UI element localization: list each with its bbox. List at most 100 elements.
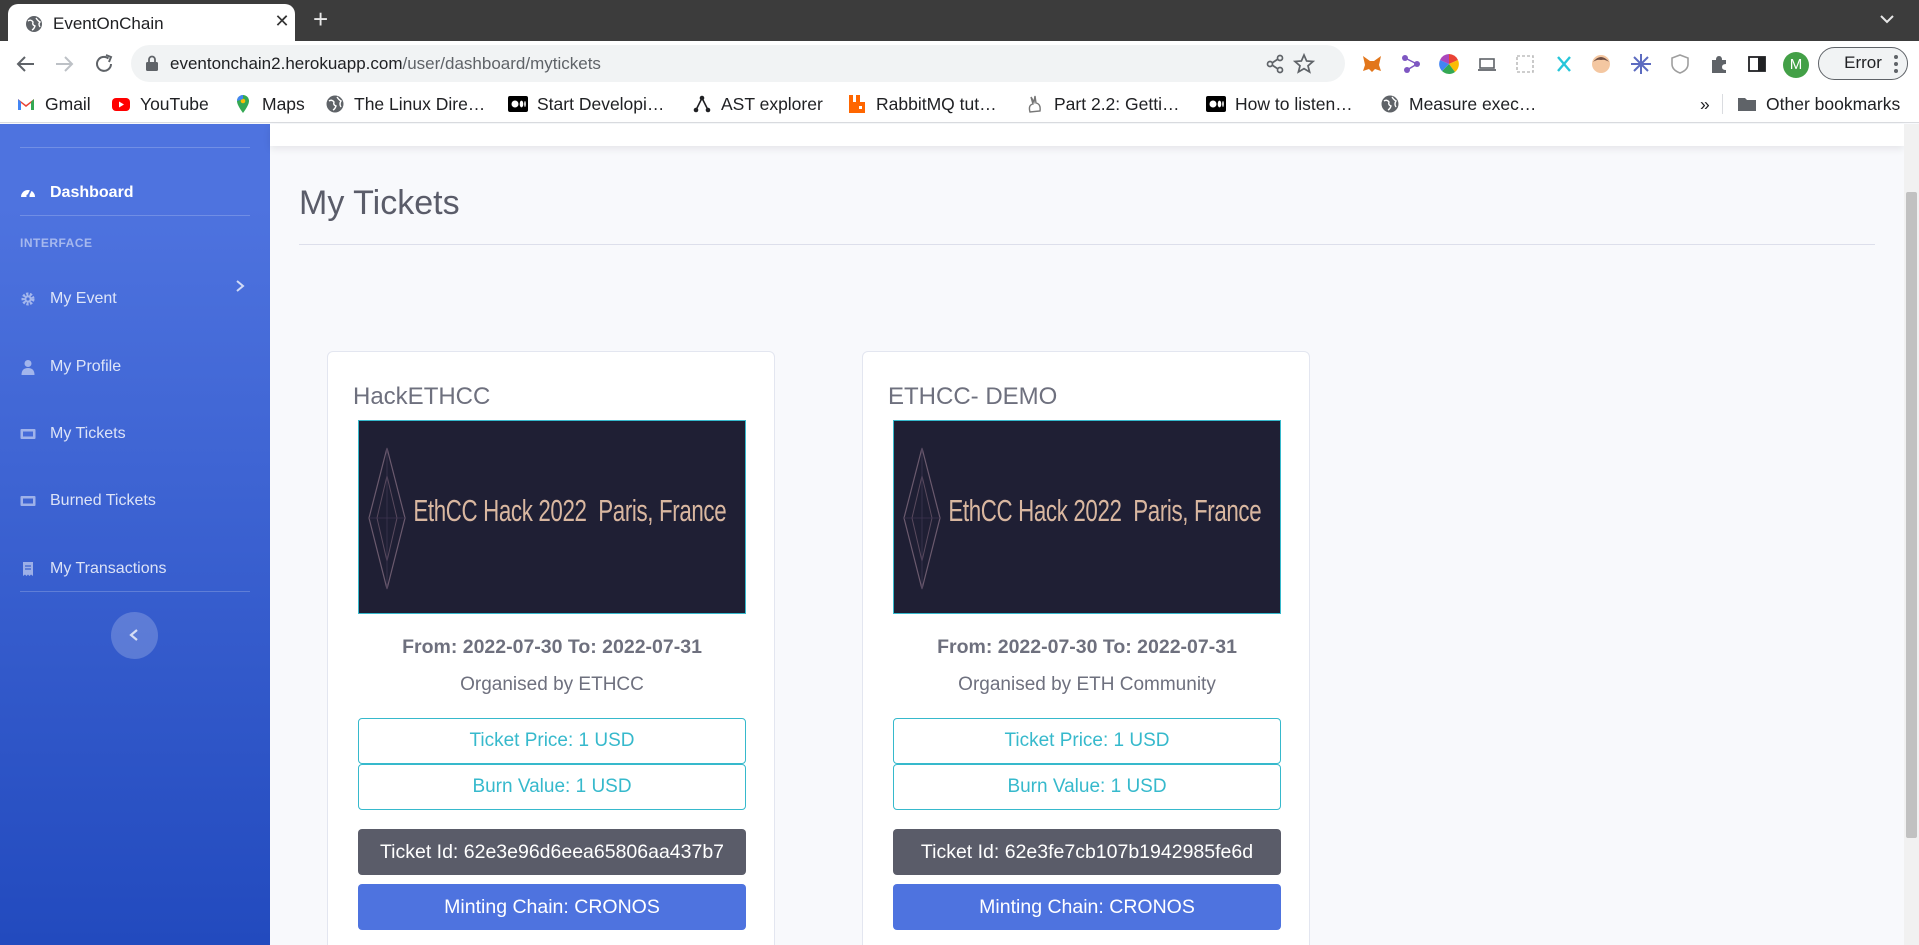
lock-icon [146,55,158,71]
sidebar-divider [20,591,250,592]
url-host: eventonchain2.herokuapp.com [170,54,403,73]
sidebar-item-label: Burned Tickets [50,492,156,509]
sidebar-divider [20,147,250,148]
sidebar-item-dashboard[interactable]: Dashboard [20,181,134,205]
metamask-icon[interactable] [1361,53,1383,75]
globe-icon [1381,95,1399,113]
bookmark-gmail[interactable]: Gmail [16,93,91,115]
other-bookmarks[interactable]: Other bookmarks [1737,93,1900,115]
url-path: /user/dashboard/mytickets [402,54,601,73]
side-panel-icon[interactable] [1746,53,1768,75]
forward-icon[interactable] [52,52,76,76]
bookmarks-bar: Gmail YouTube Maps The Linux Dire… Start… [0,86,1919,123]
banner-text: EthCC Hack 2022 Paris, France [413,493,727,528]
bookmark-label: RabbitMQ tut… [876,93,997,114]
color-wheel-icon[interactable] [1438,53,1460,75]
sidebar: Dashboard INTERFACE My Event My Profile … [0,124,270,945]
sidebar-item-burned-tickets[interactable]: Burned Tickets [20,489,156,513]
burn-value-button[interactable]: Burn Value: 1 USD [358,764,746,810]
diamond-art [368,447,406,590]
laptop-icon[interactable] [1476,53,1498,75]
bookmark-label: Measure exec… [1409,93,1537,114]
sidebar-item-my-tickets[interactable]: My Tickets [20,422,126,446]
ticket-id-button[interactable]: Ticket Id: 62e3fe7cb107b1942985fe6d [893,829,1281,875]
gmail-icon [18,99,34,110]
bookmark-linux-directory[interactable]: The Linux Dire… [325,93,485,115]
ticket-icon [20,496,36,506]
sidebar-item-label: My Profile [50,358,122,375]
page-title: My Tickets [299,184,460,222]
back-icon[interactable] [14,52,38,76]
title-divider [299,244,1875,245]
bookmark-label: Maps [262,93,305,114]
bookmark-label: Gmail [45,93,91,114]
shield-icon[interactable] [1669,53,1691,75]
ticket-price-button[interactable]: Ticket Price: 1 USD [358,718,746,764]
profile-avatar[interactable]: M [1783,52,1809,78]
bookmark-part-2-2[interactable]: Part 2.2: Getti… [1025,93,1179,115]
youtube-icon [112,98,130,111]
maps-icon [237,95,249,113]
more-menu-icon[interactable] [1893,53,1899,75]
bookmark-maps[interactable]: Maps [233,93,305,115]
chevron-right-icon[interactable] [234,279,246,293]
avatar-extension-icon[interactable] [1590,53,1612,75]
chevron-down-icon[interactable] [1877,9,1897,29]
ticket-id-button[interactable]: Ticket Id: 62e3e96d6eea65806aa437b7 [358,829,746,875]
page-scrollbar-thumb[interactable] [1906,192,1917,838]
bookmarks-divider [1722,94,1723,114]
rabbitmq-icon [849,95,865,113]
minting-chain-button[interactable]: Minting Chain: CRONOS [358,884,746,930]
sidebar-item-label: My Event [50,290,117,307]
sparkle-icon[interactable] [1630,53,1652,75]
event-organiser: Organised by ETH Community [958,674,1216,695]
tachometer-icon [21,189,35,198]
extension-graph-icon[interactable] [1400,53,1422,75]
event-banner-image: EthCC Hack 2022 Paris, France [893,420,1281,614]
diamond-art [903,447,941,590]
ticket-card: ETHCC- DEMO EthCC Hack 2022 Paris, Franc… [862,351,1310,945]
bookmark-how-to-listen[interactable]: How to listen… [1206,93,1353,115]
bookmark-start-developing[interactable]: Start Developi… [508,93,664,115]
sidebar-item-my-transactions[interactable]: My Transactions [20,557,166,581]
minting-chain-button[interactable]: Minting Chain: CRONOS [893,884,1281,930]
ticket-price-button[interactable]: Ticket Price: 1 USD [893,718,1281,764]
cog-icon [21,292,35,306]
browser-tab-strip: EventOnChain ✕ + [0,0,1919,41]
url-text: eventonchain2.herokuapp.com/user/dashboa… [170,54,601,74]
bookmark-rabbitmq[interactable]: RabbitMQ tut… [847,93,997,115]
chevron-left-icon [129,629,138,641]
close-tab-icon[interactable]: ✕ [272,11,292,32]
puzzle-icon[interactable] [1708,53,1730,75]
sidebar-item-my-event[interactable]: My Event [20,287,117,311]
sidebar-item-label: My Tickets [50,425,126,442]
ticket-card: HackETHCC EthCC Hack 2022 Paris, France … [327,351,775,945]
bookmark-youtube[interactable]: YouTube [111,93,209,115]
x-icon[interactable] [1553,53,1575,75]
star-icon[interactable] [1293,53,1315,75]
event-dates: From: 2022-07-30 To: 2022-07-31 [402,636,702,658]
share-icon[interactable] [1264,53,1286,75]
sidebar-toggle-button[interactable] [111,612,158,659]
bookmarks-overflow-icon[interactable]: » [1700,93,1710,115]
topbar [270,124,1904,146]
browser-tab[interactable]: EventOnChain ✕ [8,4,295,41]
reload-icon[interactable] [92,52,116,76]
sidebar-item-my-profile[interactable]: My Profile [20,355,121,379]
event-title: ETHCC- DEMO [888,383,1058,410]
screenshot-icon[interactable] [1514,53,1536,75]
bookmark-ast-explorer[interactable]: AST explorer [692,93,823,115]
address-bar[interactable]: eventonchain2.herokuapp.com/user/dashboa… [131,45,1345,82]
globe-icon [26,16,42,32]
ticket-icon [20,429,36,439]
burn-value-button[interactable]: Burn Value: 1 USD [893,764,1281,810]
bookmark-measure-exec[interactable]: Measure exec… [1380,93,1536,115]
bookmark-label: Start Developi… [537,93,665,114]
sidebar-divider [20,215,250,216]
sidebar-heading: INTERFACE [20,236,93,250]
new-tab-icon[interactable]: + [313,4,328,35]
bookmark-label: The Linux Dire… [354,93,486,114]
bookmark-label: AST explorer [721,93,823,114]
banner-text: EthCC Hack 2022 Paris, France [948,493,1262,528]
globe-icon [326,95,344,113]
